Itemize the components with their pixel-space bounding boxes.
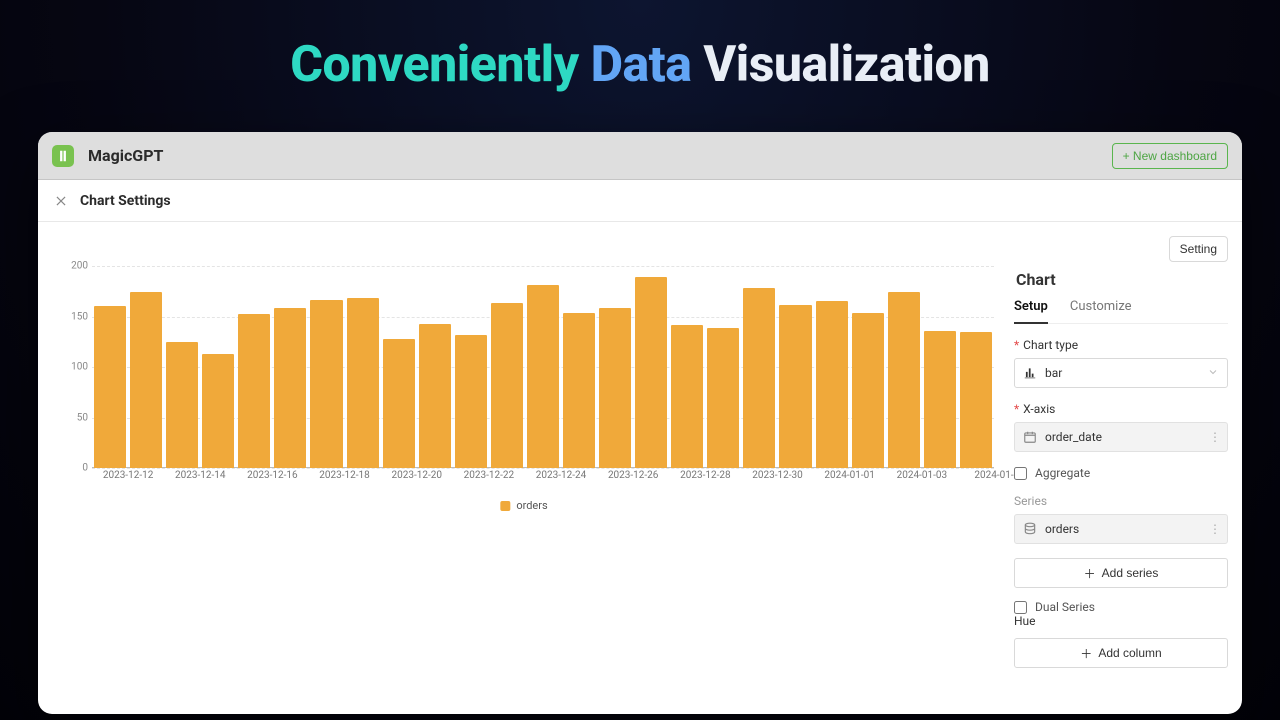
hero-word-2: Data xyxy=(591,36,692,94)
bar-chart-icon xyxy=(1023,366,1037,380)
bar xyxy=(94,306,126,468)
x-tick: 2023-12-18 xyxy=(319,470,370,481)
bar xyxy=(383,339,415,468)
x-tick: 2023-12-12 xyxy=(103,470,154,481)
series-value: orders xyxy=(1045,522,1079,536)
bar xyxy=(924,331,956,468)
x-tick: 2023-12-22 xyxy=(464,470,515,481)
bar xyxy=(310,300,342,468)
aggregate-checkbox[interactable] xyxy=(1014,467,1027,480)
x-tick: 2024-01-01 xyxy=(824,470,875,481)
more-vert-icon[interactable]: ⋮ xyxy=(1209,430,1221,444)
label-chart-type: *Chart type xyxy=(1014,338,1228,352)
bar xyxy=(202,354,234,468)
hero-word-1: Conveniently xyxy=(290,36,578,94)
y-tick: 200 xyxy=(54,261,88,272)
x-axis-value: order_date xyxy=(1045,430,1102,444)
database-icon xyxy=(1023,522,1037,536)
chart-type-select[interactable]: bar xyxy=(1014,358,1228,388)
y-tick: 0 xyxy=(54,463,88,474)
panel-tabs: Setup Customize xyxy=(1014,299,1228,324)
x-tick: 2023-12-28 xyxy=(680,470,731,481)
hue-label: Hue xyxy=(1014,614,1228,628)
bar xyxy=(960,332,992,468)
bar xyxy=(491,303,523,468)
dual-series-label: Dual Series xyxy=(1035,600,1095,614)
bar xyxy=(707,328,739,468)
bar xyxy=(599,308,631,468)
x-tick: 2023-12-24 xyxy=(536,470,587,481)
x-tick: 2023-12-16 xyxy=(247,470,298,481)
bar xyxy=(563,313,595,468)
x-tick: 2024-01-03 xyxy=(897,470,948,481)
series-field[interactable]: orders ⋮ xyxy=(1014,514,1228,544)
plus-icon: ＋ xyxy=(1080,645,1092,662)
add-column-label: Add column xyxy=(1098,646,1161,660)
app-logo-icon xyxy=(52,145,74,167)
content-area: Setting 050100150200 2023-12-122023-12-1… xyxy=(38,222,1242,714)
tab-customize[interactable]: Customize xyxy=(1070,299,1132,323)
bar xyxy=(455,335,487,468)
x-tick: 2024-01- xyxy=(974,470,1013,481)
legend-label: orders xyxy=(516,499,547,512)
add-series-label: Add series xyxy=(1102,566,1159,580)
bar xyxy=(852,313,884,468)
tab-setup[interactable]: Setup xyxy=(1014,299,1048,324)
x-tick: 2023-12-26 xyxy=(608,470,659,481)
bar xyxy=(274,308,306,468)
chart-settings-panel: Chart Setup Customize *Chart type bar *X… xyxy=(1014,270,1228,680)
bar xyxy=(130,292,162,468)
x-tick: 2023-12-20 xyxy=(391,470,442,481)
plus-icon: ＋ xyxy=(1084,565,1096,582)
chart-area: 050100150200 2023-12-122023-12-142023-12… xyxy=(54,266,994,516)
y-tick: 100 xyxy=(54,362,88,373)
chart-x-ticks: 2023-12-12 2023-12-14 2023-12-16 2023-12-18… xyxy=(92,470,994,490)
bar xyxy=(743,288,775,468)
subheader: Chart Settings xyxy=(38,180,1242,222)
bar xyxy=(419,324,451,468)
aggregate-row[interactable]: Aggregate xyxy=(1014,466,1228,480)
chevron-down-icon xyxy=(1207,366,1219,381)
chart-bars xyxy=(92,266,994,468)
app-window: MagicGPT + New dashboard Chart Settings … xyxy=(38,132,1242,714)
panel-title: Chart xyxy=(1014,270,1228,289)
bar xyxy=(816,301,848,468)
add-series-button[interactable]: ＋ Add series xyxy=(1014,558,1228,588)
chart-legend: orders xyxy=(500,499,547,512)
bar xyxy=(888,292,920,468)
dual-series-row[interactable]: Dual Series xyxy=(1014,600,1228,614)
app-name: MagicGPT xyxy=(88,146,163,165)
bar xyxy=(671,325,703,468)
x-axis-field[interactable]: order_date ⋮ xyxy=(1014,422,1228,452)
new-dashboard-button[interactable]: + New dashboard xyxy=(1112,143,1228,169)
x-tick: 2023-12-30 xyxy=(752,470,803,481)
bar xyxy=(347,298,379,468)
y-tick: 150 xyxy=(54,311,88,322)
more-vert-icon[interactable]: ⋮ xyxy=(1209,522,1221,536)
subheader-title: Chart Settings xyxy=(80,193,171,209)
add-column-button[interactable]: ＋ Add column xyxy=(1014,638,1228,668)
bar xyxy=(166,342,198,468)
label-x-axis: *X-axis xyxy=(1014,402,1228,416)
legend-swatch-icon xyxy=(500,501,510,511)
aggregate-label: Aggregate xyxy=(1035,466,1090,480)
calendar-icon xyxy=(1023,430,1037,444)
bar xyxy=(779,305,811,468)
bar xyxy=(527,285,559,468)
setting-button[interactable]: Setting xyxy=(1169,236,1228,262)
series-section-label: Series xyxy=(1014,494,1228,508)
y-tick: 50 xyxy=(54,412,88,423)
close-icon[interactable] xyxy=(52,192,70,210)
dual-series-checkbox[interactable] xyxy=(1014,601,1027,614)
hero-title: Conveniently Data Visualization xyxy=(0,0,1280,116)
x-tick: 2023-12-14 xyxy=(175,470,226,481)
hero-word-3: Visualization xyxy=(703,36,989,94)
chart-type-value: bar xyxy=(1045,366,1062,380)
bar xyxy=(238,314,270,468)
app-header: MagicGPT + New dashboard xyxy=(38,132,1242,180)
bar xyxy=(635,277,667,468)
